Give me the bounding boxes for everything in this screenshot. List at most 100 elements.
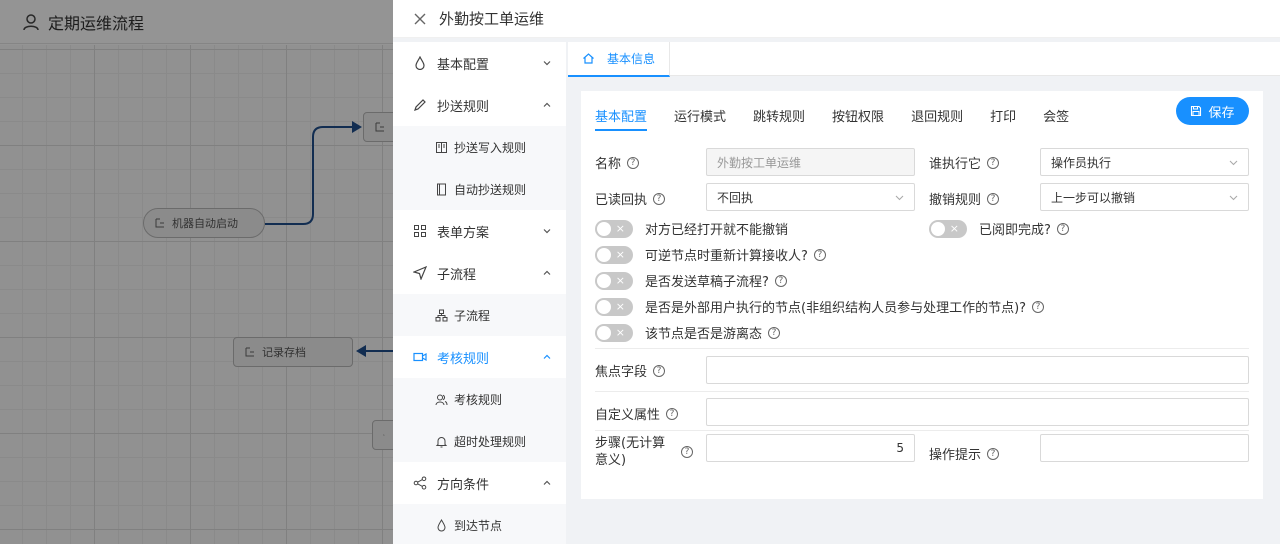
subtab-return-rules[interactable]: 退回规则 xyxy=(911,101,963,129)
help-icon[interactable]: ? xyxy=(666,407,679,420)
row-custom-attr: 自定义属性? xyxy=(595,404,679,423)
subtab-jump-rules[interactable]: 跳转规则 xyxy=(753,101,805,129)
help-icon[interactable]: ? xyxy=(1032,300,1045,313)
row-step: 步骤(无计算意义)? xyxy=(595,435,695,469)
menu-item-subflow-child[interactable]: 子流程 xyxy=(393,294,566,336)
menu-item-assessment-child[interactable]: 考核规则 xyxy=(393,378,566,420)
menu-label: 基本配置 xyxy=(437,57,490,73)
tree-icon xyxy=(435,309,448,321)
label-text: 名称 xyxy=(595,157,622,172)
toggle-label: 该节点是否是游离态 xyxy=(645,327,763,342)
label-text: 谁执行它 xyxy=(929,157,982,172)
submenu-assessment: 考核规则 超时处理规则 xyxy=(393,378,566,462)
withdraw-select[interactable]: 上一步可以撤销 xyxy=(1040,183,1249,211)
toggle-switch[interactable]: × xyxy=(595,219,633,238)
toggle-label: 对方已经打开就不能撤销 xyxy=(645,223,789,238)
step-input[interactable]: 5 xyxy=(706,434,915,462)
row-who-exec: 谁执行它? xyxy=(929,153,1000,172)
form-card: 基本配置 运行模式 跳转规则 按钮权限 退回规则 打印 会签 保存 名称? 外勤… xyxy=(581,91,1263,499)
who-exec-label: 谁执行它? xyxy=(929,153,1000,172)
help-icon[interactable]: ? xyxy=(987,447,1000,460)
row-op-hint: 操作提示? xyxy=(929,444,1000,463)
row-read-receipt: 已读回执? xyxy=(595,189,666,208)
menu-label: 考核规则 xyxy=(454,392,503,407)
label-text: 自定义属性 xyxy=(595,408,661,423)
help-icon[interactable]: ? xyxy=(774,274,787,287)
save-label: 保存 xyxy=(1208,105,1235,121)
subtab-print[interactable]: 打印 xyxy=(990,101,1016,129)
help-icon[interactable]: ? xyxy=(1056,222,1069,235)
node-properties-drawer: 外勤按工单运维 基本配置 抄送规则 抄送写入规则 自动抄送规则 表单方案 子流程… xyxy=(393,0,1280,544)
withdraw-label: 撤销规则? xyxy=(929,189,1000,208)
divider xyxy=(595,391,1249,392)
menu-label: 方向条件 xyxy=(437,477,490,493)
help-icon[interactable]: ? xyxy=(653,364,666,377)
save-icon xyxy=(1191,105,1202,117)
side-menu: 基本配置 抄送规则 抄送写入规则 自动抄送规则 表单方案 子流程 子流程 考核规… xyxy=(393,42,566,544)
menu-item-cc-write-rules[interactable]: 抄送写入规则 xyxy=(393,126,566,168)
help-icon[interactable]: ? xyxy=(653,192,666,205)
toggle-row-5: × 该节点是否是游离态 ? xyxy=(595,323,781,342)
close-icon[interactable] xyxy=(413,12,427,26)
menu-item-direction-conditions[interactable]: 方向条件 xyxy=(393,462,566,504)
menu-item-arrival-node[interactable]: 到达节点 xyxy=(393,504,566,544)
read-receipt-select[interactable]: 不回执 xyxy=(706,183,915,211)
menu-item-subflow[interactable]: 子流程 xyxy=(393,252,566,294)
tab-basic-info[interactable]: 基本信息 xyxy=(568,42,670,77)
chevron-down-icon xyxy=(543,61,551,66)
save-button[interactable]: 保存 xyxy=(1176,97,1249,125)
chevron-up-icon xyxy=(543,102,551,107)
help-icon[interactable]: ? xyxy=(987,192,1000,205)
select-value: 操作员执行 xyxy=(1051,155,1112,170)
subtab-run-mode[interactable]: 运行模式 xyxy=(674,101,726,129)
menu-item-auto-cc-rules[interactable]: 自动抄送规则 xyxy=(393,168,566,210)
help-icon[interactable]: ? xyxy=(627,156,640,169)
op-hint-label: 操作提示? xyxy=(929,444,1000,463)
send-icon xyxy=(413,266,427,280)
menu-item-assessment-rules[interactable]: 考核规则 xyxy=(393,336,566,378)
home-icon xyxy=(583,53,594,64)
menu-label: 抄送写入规则 xyxy=(454,140,527,155)
toggle-row-2: × 可逆节点时重新计算接收人? ? xyxy=(595,245,826,264)
chevron-down-icon xyxy=(1229,195,1238,201)
toggle-switch[interactable]: × xyxy=(595,297,633,316)
toggle-switch[interactable]: × xyxy=(929,219,967,238)
menu-label: 考核规则 xyxy=(437,351,490,367)
toggle-switch[interactable]: × xyxy=(595,245,633,264)
step-label: 步骤(无计算意义)? xyxy=(595,435,695,469)
subtab-basic-config[interactable]: 基本配置 xyxy=(595,101,648,131)
label-text: 撤销规则 xyxy=(929,193,982,208)
custom-attr-label: 自定义属性? xyxy=(595,404,679,423)
help-icon[interactable]: ? xyxy=(987,156,1000,169)
toggle-switch[interactable]: × xyxy=(595,271,633,290)
help-icon[interactable]: ? xyxy=(813,248,826,261)
row-withdraw: 撤销规则? xyxy=(929,189,1000,208)
submenu-cc-rules: 抄送写入规则 自动抄送规则 xyxy=(393,126,566,210)
menu-item-cc-rules[interactable]: 抄送规则 xyxy=(393,84,566,126)
select-value: 不回执 xyxy=(717,190,754,205)
bell-icon xyxy=(435,436,448,447)
name-field[interactable]: 外勤按工单运维 xyxy=(706,148,915,176)
drawer-header: 外勤按工单运维 xyxy=(393,0,1280,38)
focus-field-input[interactable] xyxy=(706,356,1249,384)
custom-attr-input[interactable] xyxy=(706,398,1249,426)
name-label: 名称? xyxy=(595,153,640,172)
menu-label: 子流程 xyxy=(454,308,491,323)
help-icon[interactable]: ? xyxy=(681,446,693,458)
subtab-countersign[interactable]: 会签 xyxy=(1043,101,1069,129)
users-icon xyxy=(435,394,448,405)
main-content: 基本信息 基本配置 运行模式 跳转规则 按钮权限 退回规则 打印 会签 保存 名… xyxy=(568,42,1280,544)
tab-label: 基本信息 xyxy=(607,52,656,66)
toggle-switch[interactable]: × xyxy=(595,323,633,342)
menu-item-form-scheme[interactable]: 表单方案 xyxy=(393,210,566,252)
toggle-row-1: × 对方已经打开就不能撤销 xyxy=(595,219,788,238)
menu-label: 超时处理规则 xyxy=(454,434,527,449)
who-exec-select[interactable]: 操作员执行 xyxy=(1040,148,1249,176)
toggle-label: 是否发送草稿子流程? xyxy=(645,275,769,290)
subtab-button-permissions[interactable]: 按钮权限 xyxy=(832,101,884,129)
help-icon[interactable]: ? xyxy=(768,326,781,339)
menu-label: 到达节点 xyxy=(454,518,503,533)
op-hint-input[interactable] xyxy=(1040,434,1249,462)
menu-item-timeout-rules[interactable]: 超时处理规则 xyxy=(393,420,566,462)
menu-item-basic-config[interactable]: 基本配置 xyxy=(393,42,566,84)
